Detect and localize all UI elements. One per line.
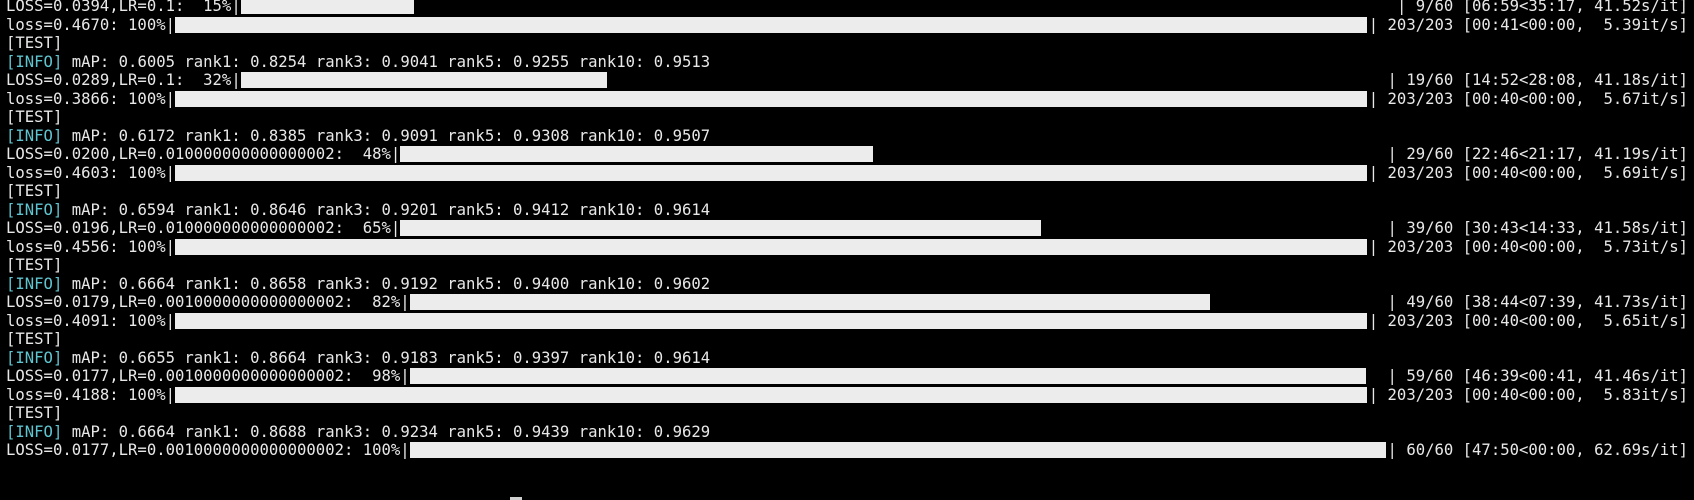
progress-bar-fill [409,368,1367,384]
batch-progress-line: loss=0.4603: 100%| | 203/203 [00:40<00:00… [6,163,1688,183]
batch-progress-line: loss=0.3866: 100%| | 203/203 [00:40<00:00… [6,89,1688,109]
info-tag: [INFO] [6,274,63,293]
progress-bar-fill [175,386,1367,403]
test-label: [TEST] [6,108,63,126]
test-line: [TEST] [6,403,1688,423]
metrics-text: mAP: 0.6005 rank1: 0.8254 rank3: 0.9041 … [62,52,711,71]
progress-bar [240,72,1386,88]
progress-bar [175,312,1367,329]
progress-prefix: LOSS=0.0196,LR=0.010000000000000002: 65%… [6,219,401,237]
info-metrics-line: [INFO] mAP: 0.6664 rank1: 0.8688 rank3: … [6,422,1688,442]
test-label: [TEST] [6,34,63,52]
progress-stats: | 203/203 [00:40<00:00, 5.67it/s] [1368,89,1688,108]
test-label: [TEST] [6,330,63,348]
progress-stats: | 49/60 [38:44<07:39, 41.73s/it] [1387,293,1688,311]
progress-bar-fill [409,294,1210,310]
info-tag: [INFO] [6,348,63,367]
progress-stats: | 203/203 [00:40<00:00, 5.83it/s] [1368,385,1688,404]
batch-progress-line: loss=0.4188: 100%| | 203/203 [00:40<00:00… [6,385,1688,405]
progress-prefix: loss=0.4091: 100%| [6,311,175,330]
info-tag: [INFO] [6,422,63,441]
progress-stats: | 60/60 [47:50<00:00, 62.69s/it] [1387,441,1688,459]
metrics-text: mAP: 0.6664 rank1: 0.8658 rank3: 0.9192 … [62,274,711,293]
progress-prefix: loss=0.4670: 100%| [6,15,175,34]
info-tag: [INFO] [6,126,63,145]
progress-bar [400,220,1385,236]
progress-stats: | 29/60 [22:46<21:17, 41.19s/it] [1387,145,1688,163]
progress-prefix: loss=0.4556: 100%| [6,237,175,256]
progress-bar [175,238,1367,255]
progress-bar-fill [175,16,1367,33]
progress-bar [175,90,1367,107]
batch-progress-line: loss=0.4091: 100%| | 203/203 [00:40<00:00… [6,311,1688,331]
progress-prefix: LOSS=0.0289,LR=0.1: 32%| [6,71,241,89]
progress-bar-fill [175,164,1367,181]
info-metrics-line: [INFO] mAP: 0.6664 rank1: 0.8658 rank3: … [6,274,1688,294]
progress-bar-fill [175,90,1367,107]
progress-prefix: loss=0.3866: 100%| [6,89,175,108]
batch-progress-line: loss=0.4556: 100%| | 203/203 [00:40<00:00… [6,237,1688,257]
progress-bar-fill [409,442,1386,458]
info-tag: [INFO] [6,52,63,71]
progress-stats: | 39/60 [30:43<14:33, 41.58s/it] [1387,219,1688,237]
progress-prefix: LOSS=0.0177,LR=0.0010000000000000002: 10… [6,441,410,459]
progress-bar [175,386,1367,403]
test-label: [TEST] [6,182,63,200]
progress-bar [175,16,1367,33]
test-line: [TEST] [6,33,1688,53]
test-line: [TEST] [6,329,1688,349]
progress-stats: | 203/203 [00:40<00:00, 5.69it/s] [1368,163,1688,182]
progress-bar [240,0,1395,14]
progress-bar [409,368,1386,384]
progress-bar [409,442,1386,458]
test-label: [TEST] [6,404,63,422]
progress-stats: | 203/203 [00:41<00:00, 5.39it/s] [1368,15,1688,34]
info-metrics-line: [INFO] mAP: 0.6594 rank1: 0.8646 rank3: … [6,200,1688,220]
metrics-text: mAP: 0.6594 rank1: 0.8646 rank3: 0.9201 … [62,200,711,219]
progress-prefix: LOSS=0.0394,LR=0.1: 15%| [6,0,241,15]
progress-bar-fill [175,312,1367,329]
epoch-progress-line: LOSS=0.0200,LR=0.010000000000000002: 48%… [6,144,1688,164]
progress-prefix: loss=0.4603: 100%| [6,163,175,182]
test-line: [TEST] [6,181,1688,201]
progress-bar-fill [175,238,1367,255]
progress-bar-fill [240,0,414,14]
info-metrics-line: [INFO] mAP: 0.6655 rank1: 0.8664 rank3: … [6,348,1688,368]
epoch-progress-line: LOSS=0.0177,LR=0.0010000000000000002: 98… [6,366,1688,386]
test-line: [TEST] [6,107,1688,127]
metrics-text: mAP: 0.6172 rank1: 0.8385 rank3: 0.9091 … [62,126,711,145]
progress-bar-fill [240,72,608,88]
progress-stats: | 203/203 [00:40<00:00, 5.65it/s] [1368,311,1688,330]
terminal-window[interactable]: LOSS=0.0394,LR=0.1: 15%| | 9/60 [06:59<35… [0,0,1694,500]
progress-bar-fill [400,220,1041,236]
metrics-text: mAP: 0.6655 rank1: 0.8664 rank3: 0.9183 … [62,348,711,367]
batch-progress-line: loss=0.4670: 100%| | 203/203 [00:41<00:00… [6,15,1688,35]
epoch-progress-line: LOSS=0.0177,LR=0.0010000000000000002: 10… [6,440,1688,460]
progress-prefix: LOSS=0.0179,LR=0.0010000000000000002: 82… [6,293,410,311]
progress-prefix: loss=0.4188: 100%| [6,385,175,404]
epoch-progress-line: LOSS=0.0196,LR=0.010000000000000002: 65%… [6,218,1688,238]
test-line: [TEST] [6,255,1688,275]
epoch-progress-line: LOSS=0.0179,LR=0.0010000000000000002: 82… [6,292,1688,312]
progress-bar [409,294,1386,310]
metrics-text: mAP: 0.6664 rank1: 0.8688 rank3: 0.9234 … [62,422,711,441]
progress-stats: | 19/60 [14:52<28:08, 41.18s/it] [1387,71,1688,89]
progress-prefix: LOSS=0.0200,LR=0.010000000000000002: 48%… [6,145,401,163]
progress-bar [400,146,1385,162]
progress-stats: | 59/60 [46:39<00:41, 41.46s/it] [1387,367,1688,385]
info-metrics-line: [INFO] mAP: 0.6172 rank1: 0.8385 rank3: … [6,126,1688,146]
epoch-progress-line: LOSS=0.0289,LR=0.1: 32%| | 19/60 [14:52<2… [6,70,1688,90]
progress-prefix: LOSS=0.0177,LR=0.0010000000000000002: 98… [6,367,410,385]
info-tag: [INFO] [6,200,63,219]
info-metrics-line: [INFO] mAP: 0.6005 rank1: 0.8254 rank3: … [6,52,1688,72]
test-label: [TEST] [6,256,63,274]
progress-bar [175,164,1367,181]
progress-stats: | 203/203 [00:40<00:00, 5.73it/s] [1368,237,1688,256]
progress-bar-fill [400,146,874,162]
